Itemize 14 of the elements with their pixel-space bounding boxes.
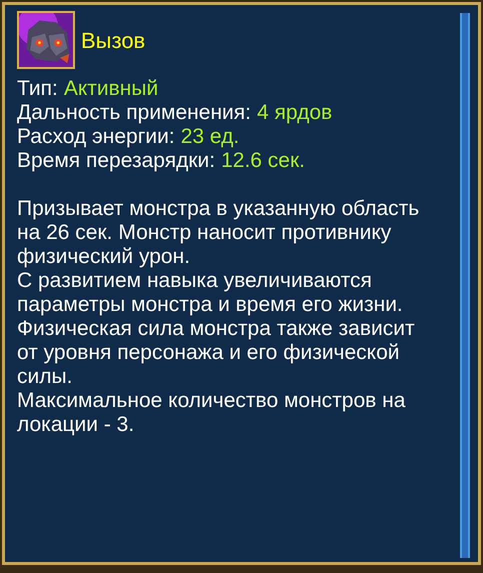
description-paragraph: Физическая сила монстра также зависит от уровня персонажа и его физической силы.	[17, 317, 416, 389]
description-paragraph: Призывает монстра в указанную область на 26 сек. Монстр наносит противнику физический урон.	[17, 197, 420, 269]
description-paragraph: С развитием навыка увеличиваются параметры монстра и время его жизни.	[17, 269, 404, 317]
skill-title: Вызов	[81, 26, 146, 54]
stat-value: 4 ярдов	[256, 101, 332, 125]
stat-label: Расход энергии:	[17, 125, 175, 149]
stat-value: Активный	[64, 77, 158, 101]
stat-value: 12.6 сек.	[221, 149, 306, 173]
description-paragraph: Максимальное количество монстров на локации - 3.	[17, 389, 406, 437]
creature-icon	[17, 11, 75, 69]
stat-value: 23 ед.	[180, 125, 240, 149]
stat-label: Дальность применения:	[17, 101, 251, 125]
stat-label: Тип:	[17, 77, 58, 101]
stat-label: Время перезарядки:	[17, 149, 216, 173]
